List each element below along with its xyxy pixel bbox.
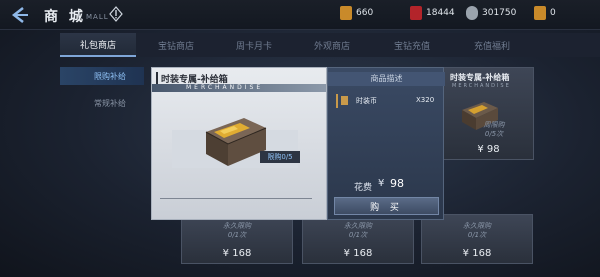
side-item-limited-supply[interactable]: 限购补给: [60, 67, 144, 85]
gold-token-icon: [534, 6, 546, 20]
description-header: 商品描述: [328, 72, 445, 86]
page-title: 商 城: [44, 9, 86, 25]
currency-symbol: ¥: [378, 178, 385, 189]
tab-appearance-shop[interactable]: 外观商店: [292, 33, 372, 57]
tab-diamond-shop[interactable]: 宝钻商店: [136, 33, 216, 57]
product-card[interactable]: 永久限购 0/1次 ¥ 168: [421, 214, 533, 264]
purchase-popup-details: 商品描述 时装币 X320 花费 ¥ 98 购 买: [327, 67, 445, 220]
card-count: 0/1次: [227, 231, 247, 239]
list-item: 时装币 X320: [336, 94, 439, 108]
silver-coin-icon: [466, 6, 478, 20]
back-arrow-icon: [11, 7, 28, 23]
shop-tabs: 礼包商店 宝钻商店 周卡月卡 外观商店 宝钻充值 充值福利: [60, 33, 600, 57]
item-quantity: X320: [416, 96, 435, 104]
card-price: ¥ 168: [462, 248, 492, 259]
fashion-coin-icon: [341, 96, 348, 105]
card-price: ¥ 98: [477, 144, 500, 155]
back-button[interactable]: [8, 4, 30, 26]
product-card[interactable]: 永久限购 0/1次 ¥ 168: [181, 214, 293, 264]
resource-gem: 18444: [410, 4, 455, 22]
product-card[interactable]: 永久限购 0/1次 ¥ 168: [302, 214, 414, 264]
card-subtitle: MERCHANDISE: [452, 83, 511, 89]
card-count: 0/1次: [348, 231, 368, 239]
purchase-popup-preview: 时装专属-补给箱 MERCHANDISE 限购0/5: [151, 67, 327, 220]
resource-token: 0: [534, 4, 556, 22]
page-title-english: MALL: [86, 13, 109, 21]
cost-label: 花费: [354, 183, 373, 193]
limit-badge: 限购0/5: [260, 151, 300, 163]
card-price: ¥ 168: [222, 248, 252, 259]
item-name: 时装币: [356, 97, 377, 105]
resource-coin: 301750: [466, 4, 516, 22]
divider: [160, 198, 312, 199]
card-count: 0/1次: [467, 231, 487, 239]
tab-gift-shop[interactable]: 礼包商店: [60, 33, 136, 57]
tab-recharge-benefits[interactable]: 充值福利: [452, 33, 532, 57]
tab-diamond-recharge[interactable]: 宝钻充值: [372, 33, 452, 57]
tab-weekly-monthly-card[interactable]: 周卡月卡: [216, 33, 292, 57]
card-title: 时装专属-补给箱: [450, 73, 510, 82]
card-count: 0/5次: [484, 130, 504, 138]
gold-bar-icon: [340, 6, 352, 20]
card-price: ¥ 168: [343, 248, 373, 259]
product-card[interactable]: 时装专属-补给箱 MERCHANDISE 周限购 0/5次 ¥ 98: [443, 67, 534, 160]
buy-button[interactable]: 购 买: [334, 197, 439, 215]
popup-subtitle: MERCHANDISE: [186, 84, 264, 91]
cost-value: 98: [390, 177, 404, 190]
side-item-regular-supply[interactable]: 常规补给: [60, 94, 144, 112]
info-icon[interactable]: [109, 6, 123, 22]
resource-gold: 660: [340, 4, 373, 22]
red-gem-icon: [410, 6, 422, 20]
